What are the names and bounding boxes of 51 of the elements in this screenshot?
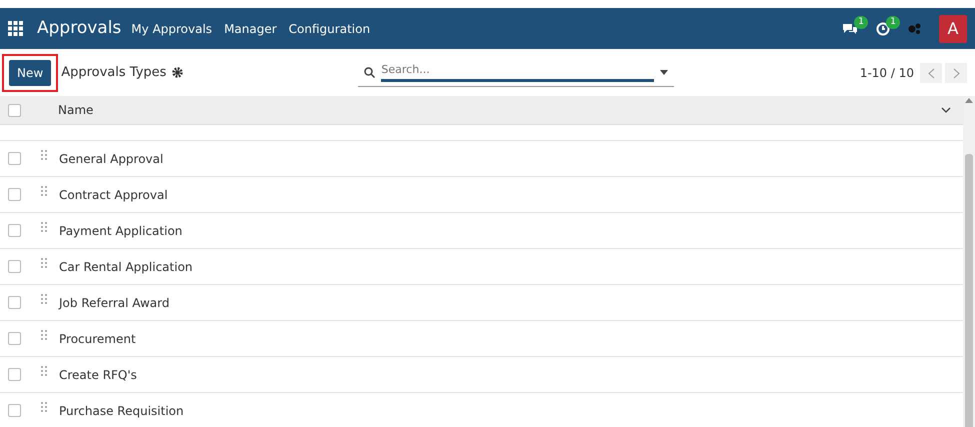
activity-count-badge: 1 — [886, 16, 900, 28]
previous-page-button[interactable] — [920, 62, 942, 82]
table-cell[interactable]: Payment Application — [59, 222, 182, 240]
user-avatar[interactable]: A — [939, 14, 967, 42]
scrollbar[interactable] — [963, 96, 975, 427]
new-button[interactable]: New — [9, 60, 52, 86]
chat-bubbles-icon[interactable] — [842, 22, 858, 36]
drag-handle-icon[interactable] — [41, 330, 47, 340]
table-cell[interactable]: Car Rental Application — [59, 258, 193, 276]
menu-item[interactable]: My Approvals — [131, 20, 212, 38]
chevron-right-icon — [952, 68, 960, 79]
row-checkbox[interactable] — [8, 368, 21, 381]
table-cell[interactable]: General Approval — [59, 150, 164, 168]
breadcrumb-title: Approvals Types — [61, 64, 166, 82]
chevron-left-icon — [928, 68, 934, 79]
drag-handle-icon[interactable] — [41, 222, 47, 232]
select-all-checkbox[interactable] — [8, 104, 21, 116]
table-cell[interactable]: Job Referral Award — [59, 294, 170, 312]
menu-item[interactable]: Manager — [224, 20, 277, 38]
scroll-up-icon[interactable] — [963, 96, 975, 106]
app-title[interactable]: Approvals — [37, 16, 122, 42]
row-checkbox[interactable] — [8, 224, 21, 237]
table-cell[interactable]: Procurement — [59, 330, 136, 348]
pager-text: 1-10 / 10 — [860, 64, 914, 82]
drag-handle-icon[interactable] — [41, 258, 47, 268]
app-grid-icon[interactable] — [8, 21, 23, 36]
scroll-thumb[interactable] — [965, 154, 973, 427]
row-checkbox[interactable] — [8, 260, 21, 273]
chevron-down-icon[interactable] — [941, 107, 951, 113]
column-header[interactable]: Name — [58, 101, 94, 119]
row-checkbox[interactable] — [8, 332, 21, 345]
table-cell[interactable]: Create RFQ's — [59, 366, 137, 384]
drag-handle-icon[interactable] — [41, 150, 47, 160]
search-icon — [364, 66, 376, 78]
row-checkbox[interactable] — [8, 296, 21, 309]
menu-item[interactable]: Configuration — [288, 20, 370, 38]
table-cell[interactable]: Purchase Requisition — [59, 402, 184, 420]
row-checkbox[interactable] — [8, 404, 21, 417]
row-checkbox[interactable] — [8, 152, 21, 165]
drag-handle-icon[interactable] — [41, 186, 47, 196]
clock-icon[interactable] — [876, 22, 890, 36]
row-checkbox[interactable] — [8, 188, 21, 201]
message-count-badge: 1 — [854, 16, 868, 28]
drag-handle-icon[interactable] — [41, 366, 47, 376]
drag-handle-icon[interactable] — [41, 294, 47, 304]
drag-handle-icon[interactable] — [41, 402, 47, 412]
caret-icon[interactable] — [660, 70, 668, 74]
next-page-button[interactable] — [945, 62, 967, 82]
table-cell[interactable]: Contract Approval — [59, 186, 168, 204]
gears-icon[interactable] — [908, 23, 921, 34]
settings-icon[interactable] — [172, 67, 184, 78]
